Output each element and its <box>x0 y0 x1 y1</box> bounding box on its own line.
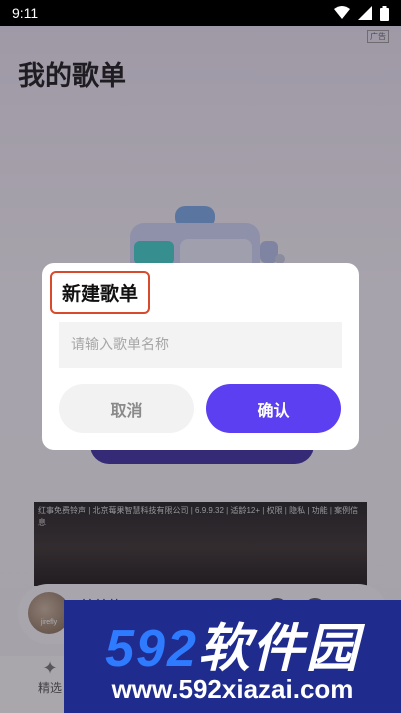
watermark-number: 592 <box>105 620 198 678</box>
status-bar: 9:11 <box>0 0 401 26</box>
watermark-url: www.592xiazai.com <box>111 674 354 704</box>
new-playlist-dialog: 新建歌单 取消 确认 <box>42 263 359 450</box>
watermark-brand: 592软件园 <box>64 606 401 681</box>
site-watermark: 592软件园 www.592xiazai.com <box>64 600 401 713</box>
cancel-button[interactable]: 取消 <box>59 384 194 433</box>
status-time: 9:11 <box>12 5 39 21</box>
watermark-brand-text: 软件园 <box>197 620 360 678</box>
confirm-button[interactable]: 确认 <box>206 384 341 433</box>
battery-icon <box>380 5 389 21</box>
status-icons <box>334 5 389 21</box>
wifi-icon <box>334 6 350 19</box>
dialog-title: 新建歌单 <box>50 271 150 314</box>
playlist-name-input[interactable] <box>59 322 342 368</box>
signal-icon <box>358 6 372 20</box>
